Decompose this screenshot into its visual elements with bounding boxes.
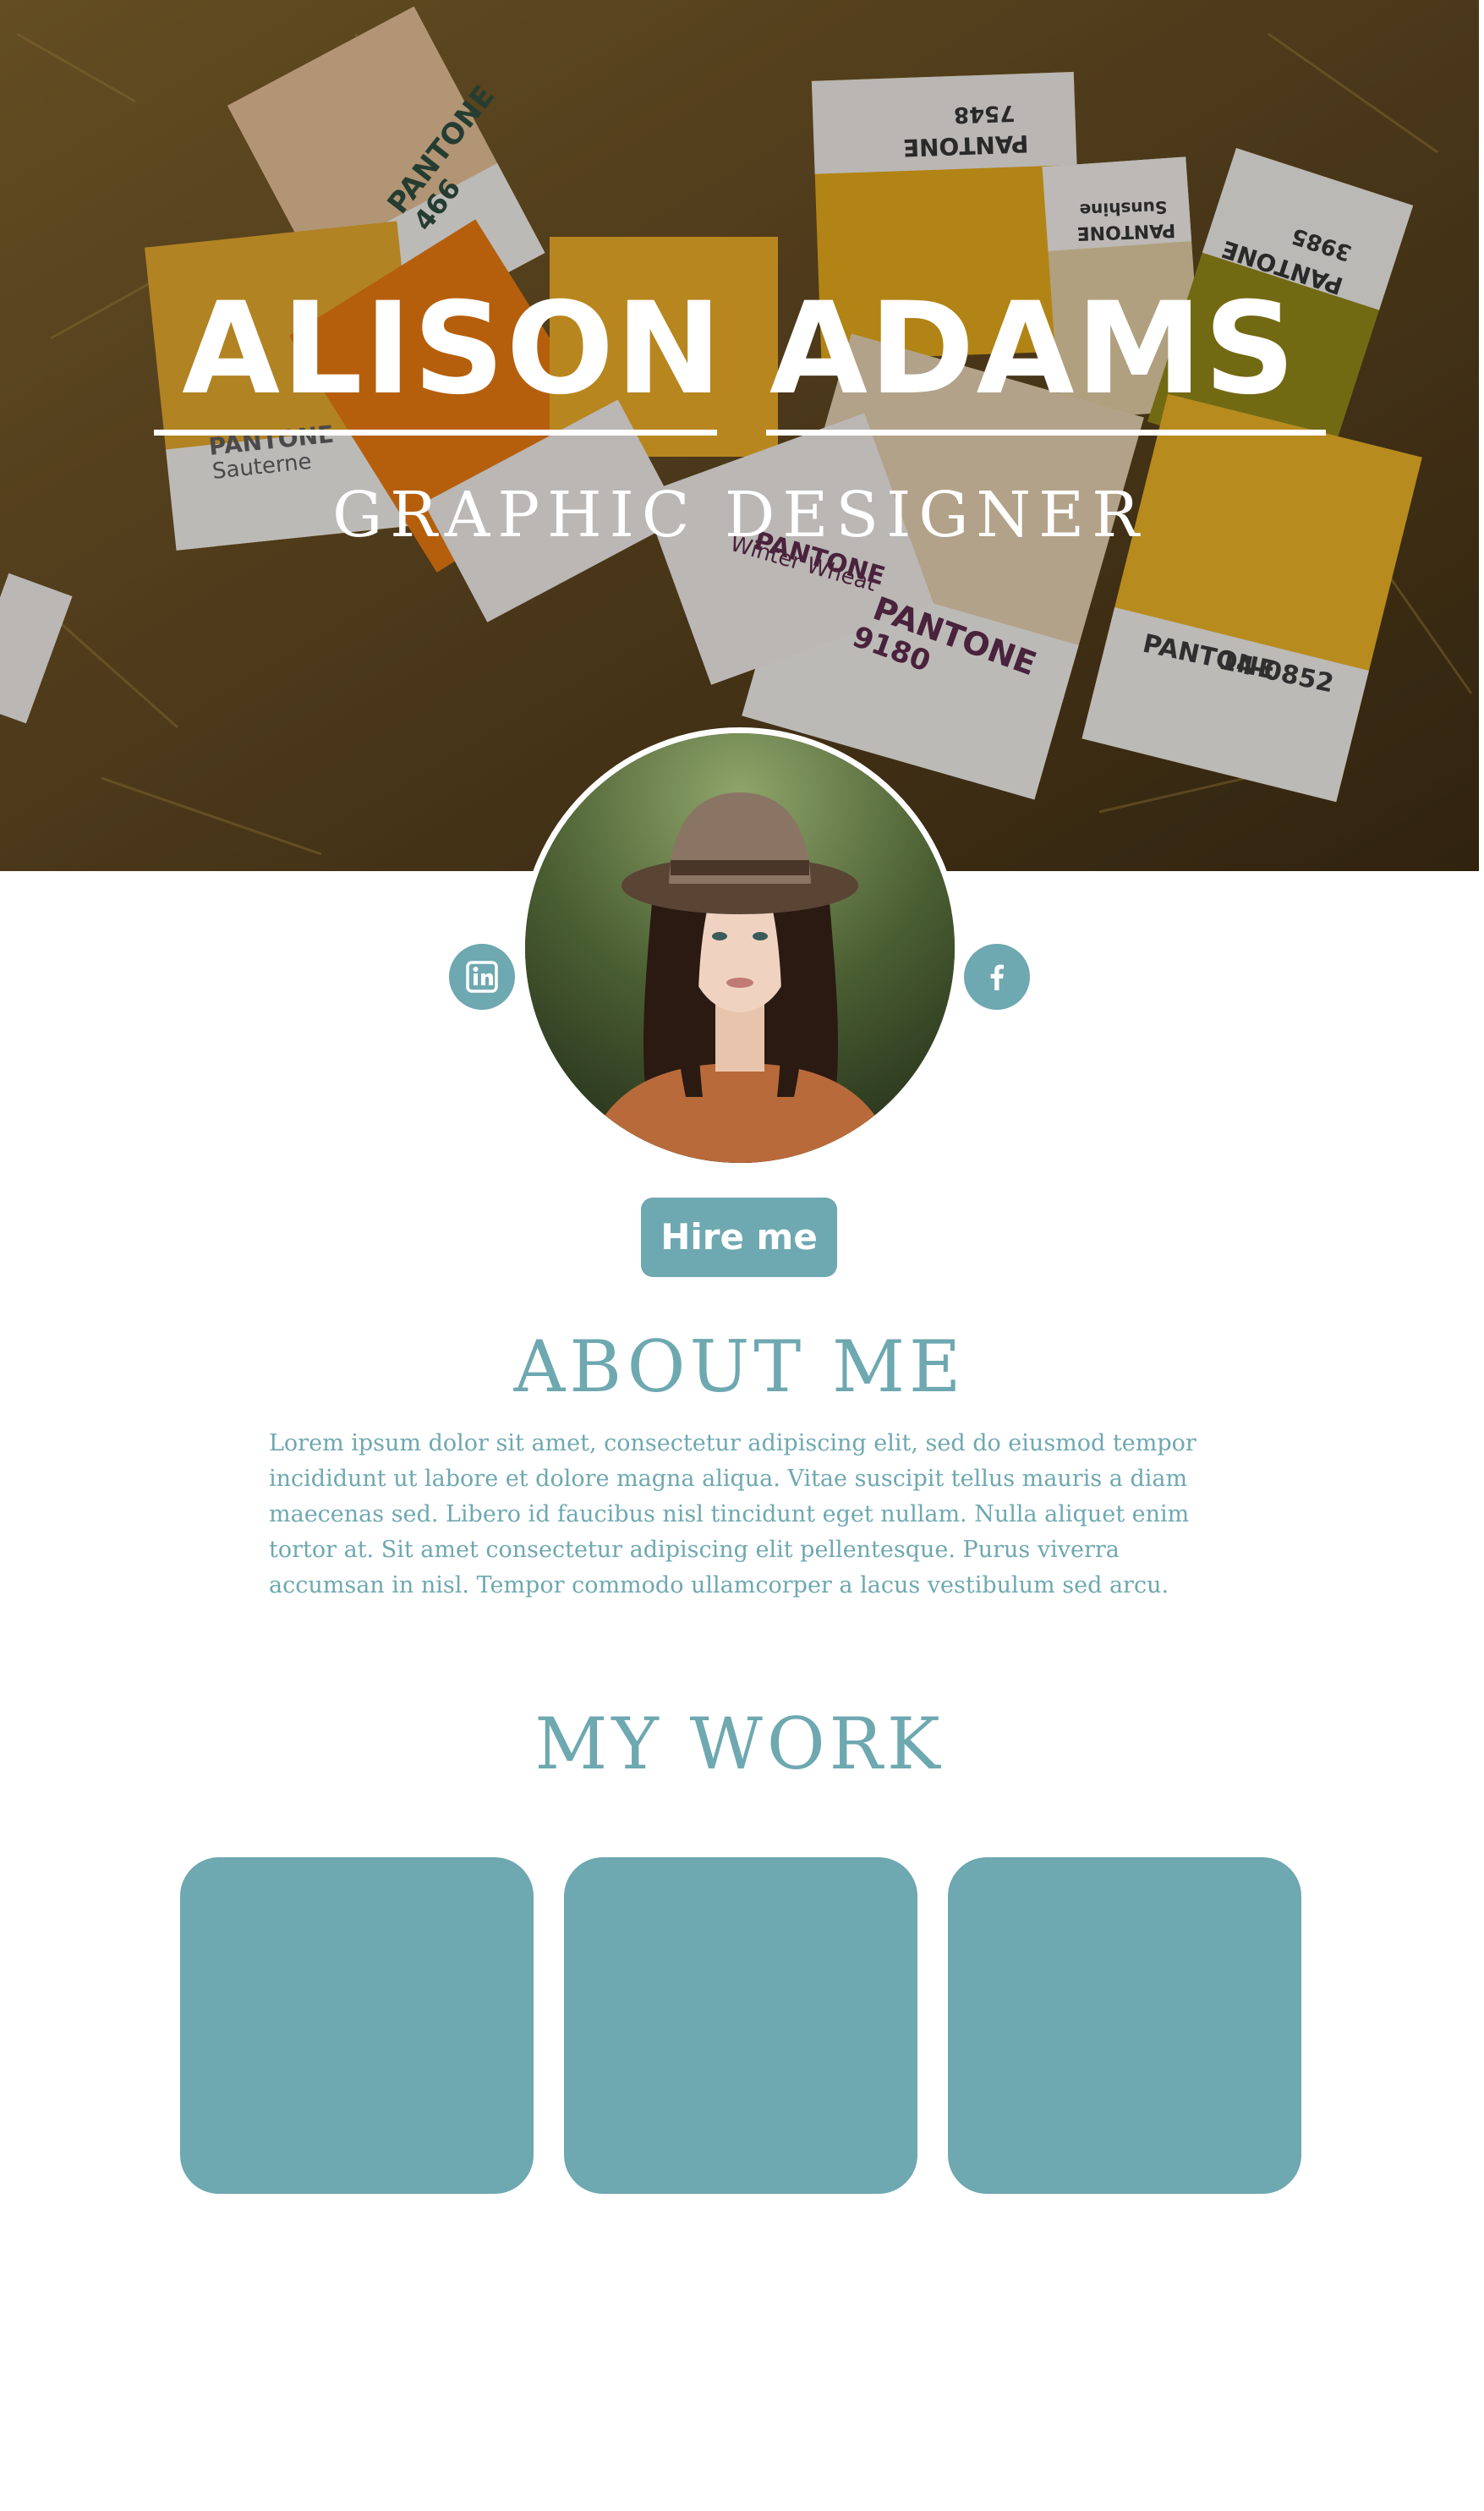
facebook-icon xyxy=(990,964,1004,990)
name-underline-right xyxy=(766,430,1326,436)
name-underline-left xyxy=(154,430,717,436)
profile-photo xyxy=(519,727,961,1169)
linkedin-button[interactable] xyxy=(449,944,515,1010)
portrait-image xyxy=(525,733,955,1163)
work-heading: MY WORK xyxy=(534,1702,945,1785)
hire-me-button[interactable]: Hire me xyxy=(641,1198,837,1277)
hero-name: ALISON ADAMS xyxy=(182,276,1297,423)
work-tile[interactable] xyxy=(564,1857,917,2194)
work-tile[interactable] xyxy=(948,1857,1301,2194)
facebook-button[interactable] xyxy=(964,944,1030,1010)
about-body: Lorem ipsum dolor sit amet, consectetur … xyxy=(269,1430,1197,1598)
work-tile[interactable] xyxy=(180,1857,534,2194)
about-heading: ABOUT ME xyxy=(513,1325,966,1408)
linkedin-icon xyxy=(466,961,498,993)
hero-role: GRAPHIC DESIGNER xyxy=(332,479,1147,551)
